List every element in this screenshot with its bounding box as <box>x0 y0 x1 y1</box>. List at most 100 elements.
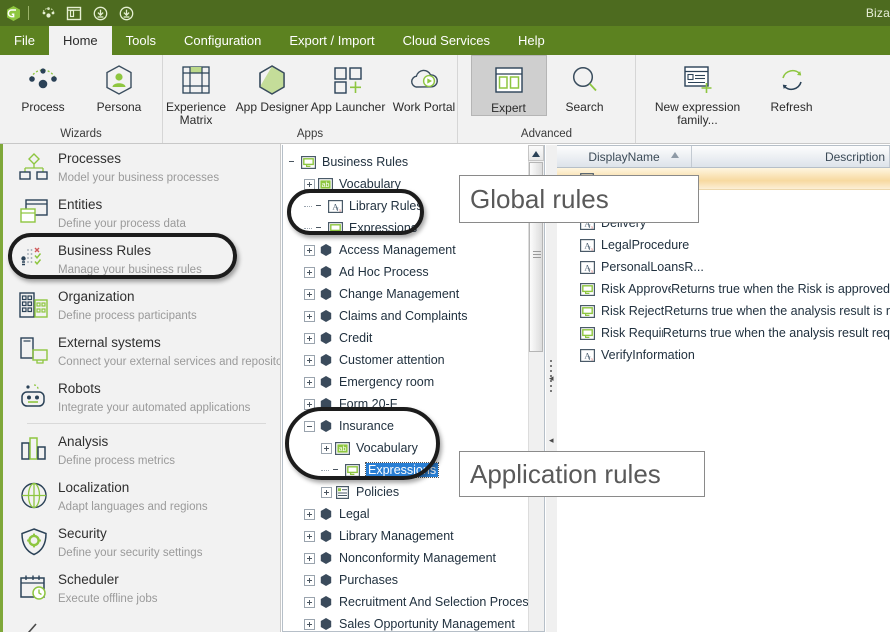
grid-row[interactable]: Af x VerifyInformation <box>557 344 890 366</box>
ribbon-button-new-expression-family[interactable]: New expression family... <box>642 55 754 127</box>
tree-node[interactable]: Insurance <box>287 415 544 437</box>
hex-app-icon <box>317 331 334 346</box>
tree-node[interactable]: Business Rules <box>287 151 544 173</box>
ribbon-button-label: Work Portal <box>392 100 456 114</box>
expand-node-icon[interactable] <box>304 354 315 366</box>
expand-node-icon[interactable] <box>304 332 315 344</box>
grid-row[interactable]: Af x PersonalLoansR... <box>557 256 890 278</box>
tree-node-label: Change Management <box>339 287 460 301</box>
expand-node-icon[interactable] <box>304 244 315 256</box>
tree-node[interactable]: Nonconformity Management <box>287 547 544 569</box>
ribbon-button-app-designer[interactable]: App Designer <box>234 55 310 114</box>
expression-icon <box>300 155 317 170</box>
bizagi-logo-icon[interactable] <box>0 0 26 26</box>
grid-row[interactable]: Risk Requires...Returns true when the an… <box>557 322 890 344</box>
expand-node-icon[interactable] <box>321 486 332 498</box>
tree-node[interactable]: Claims and Complaints <box>287 305 544 327</box>
expression-icon <box>579 326 595 340</box>
sidebar-item-scheduler[interactable]: Scheduler Execute offline jobs <box>3 565 280 611</box>
expand-node-icon[interactable] <box>304 574 315 586</box>
tree-node[interactable]: Change Management <box>287 283 544 305</box>
sidebar-item-analysis[interactable]: Analysis Define process metrics <box>3 427 280 473</box>
expand-node-icon[interactable] <box>321 442 332 454</box>
application-window: Biza File Home Tools Configuration Expor… <box>0 0 890 632</box>
sidebar-item-localization[interactable]: Localization Adapt languages and regions <box>3 473 280 519</box>
expand-node-icon[interactable] <box>304 266 315 278</box>
sidebar-item-business-rules[interactable]: Business Rules Manage your business rule… <box>3 236 280 282</box>
tree-node-label: Ad Hoc Process <box>339 265 429 279</box>
tree-connector-icon <box>304 227 314 229</box>
collapse-node-icon[interactable] <box>304 420 315 432</box>
organization-icon <box>15 287 53 323</box>
sidebar-item-organization[interactable]: Organization Define process participants <box>3 282 280 328</box>
expand-node-icon[interactable] <box>304 508 315 520</box>
expand-node-icon[interactable] <box>304 178 315 190</box>
process-icon[interactable] <box>35 2 61 24</box>
tree-node[interactable]: Purchases <box>287 569 544 591</box>
grid-column-displayname[interactable]: DisplayName <box>557 146 692 167</box>
ribbon-button-expert[interactable]: Expert <box>470 55 547 116</box>
ribbon-button-experience-matrix[interactable]: Experience Matrix <box>158 55 234 127</box>
expand-node-icon[interactable] <box>304 618 315 630</box>
tree-node[interactable]: Credit <box>287 327 544 349</box>
menu-item-file[interactable]: File <box>0 26 49 55</box>
grid-row[interactable]: Risk RejectedReturns true when the analy… <box>557 300 890 322</box>
tree-node[interactable]: Recruitment And Selection Process <box>287 591 544 613</box>
ribbon-button-search[interactable]: Search <box>547 55 623 114</box>
hex-app-icon <box>317 507 334 522</box>
menu-item-configuration[interactable]: Configuration <box>170 26 275 55</box>
expand-node-icon[interactable] <box>304 596 315 608</box>
sidebar-item-security[interactable]: Security Define your security settings <box>3 519 280 565</box>
menu-item-cloud-services[interactable]: Cloud Services <box>389 26 504 55</box>
tree-node[interactable]: Legal <box>287 503 544 525</box>
ribbon-button-persona[interactable]: Persona <box>81 55 157 114</box>
grid-cell-description: Returns true when the analysis result re… <box>662 326 890 340</box>
hex-app-icon <box>317 419 334 434</box>
tree-spacer <box>314 201 325 212</box>
sidebar-item-entities[interactable]: Entities Define your process data <box>3 190 280 236</box>
expand-node-icon[interactable] <box>304 310 315 322</box>
ribbon-button-app-launcher[interactable]: App Launcher <box>310 55 386 114</box>
cloud-play-icon <box>407 61 441 99</box>
sidebar-collapse-button[interactable] <box>3 611 280 632</box>
expand-node-icon[interactable] <box>304 530 315 542</box>
tree-node[interactable]: Sales Opportunity Management <box>287 613 544 632</box>
ribbon-button-refresh[interactable]: Refresh <box>754 55 830 114</box>
tree-root-spacer <box>287 157 298 168</box>
sidebar-item-robots[interactable]: Robots Integrate your automated applicat… <box>3 374 280 420</box>
grid-row[interactable]: Af x LegalProcedure <box>557 234 890 256</box>
menu-item-home[interactable]: Home <box>48 26 112 55</box>
expand-node-icon[interactable] <box>304 376 315 388</box>
svg-text:x: x <box>591 268 594 273</box>
expand-node-icon[interactable] <box>304 398 315 410</box>
hex-app-icon <box>317 617 334 632</box>
tree-node[interactable]: Emergency room <box>287 371 544 393</box>
tree-node[interactable]: Form 20-F <box>287 393 544 415</box>
tree-node[interactable]: Ad Hoc Process <box>287 261 544 283</box>
collapse-left-icon-2[interactable]: ◂ <box>549 435 554 446</box>
menu-item-tools[interactable]: Tools <box>112 26 170 55</box>
window-icon[interactable] <box>61 2 87 24</box>
grid-row[interactable]: Risk ApprovedReturns true when the Risk … <box>557 278 890 300</box>
grid-cell-displayname: LegalProcedure <box>601 238 690 252</box>
download-icon[interactable] <box>113 2 139 24</box>
ribbon-button-process[interactable]: Process <box>5 55 81 114</box>
menu-item-export-import[interactable]: Export / Import <box>275 26 388 55</box>
title-bar: Biza <box>0 0 890 26</box>
tree-node[interactable]: Access Management <box>287 239 544 261</box>
grid-column-description[interactable]: Description <box>692 146 890 167</box>
scroll-up-button[interactable] <box>528 145 544 161</box>
download-icon[interactable] <box>87 2 113 24</box>
refresh-icon <box>776 61 808 99</box>
menu-item-help[interactable]: Help <box>504 26 559 55</box>
expand-node-icon[interactable] <box>304 288 315 300</box>
sidebar-item-external-systems[interactable]: External systems Connect your external s… <box>3 328 280 374</box>
sort-ascending-icon <box>671 152 679 158</box>
tree-node[interactable]: Library Management <box>287 525 544 547</box>
sidebar-item-processes[interactable]: Processes Model your business processes <box>3 144 280 190</box>
tree-node[interactable]: Customer attention <box>287 349 544 371</box>
sidebar-item-subtitle: Define your process data <box>58 218 186 230</box>
tree-node-label: Purchases <box>339 573 399 587</box>
ribbon-button-work-portal[interactable]: Work Portal <box>386 55 462 114</box>
expand-node-icon[interactable] <box>304 552 315 564</box>
